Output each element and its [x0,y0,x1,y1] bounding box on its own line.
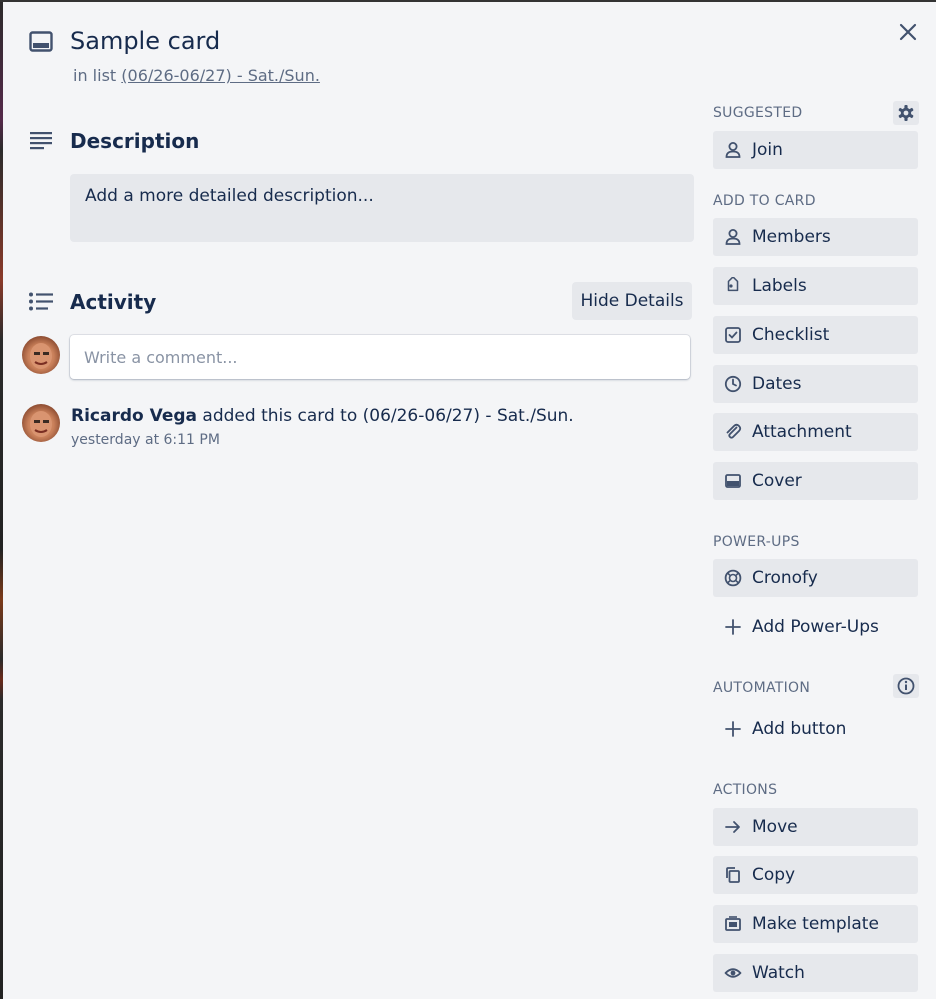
cover-icon [725,474,741,488]
checklist-button[interactable]: Checklist [713,316,918,354]
members-label: Members [752,227,831,247]
join-label: Join [752,140,783,160]
suggested-settings-button[interactable] [893,101,919,125]
add-power-ups-button[interactable]: Add Power-Ups [713,608,918,646]
person-icon [725,142,741,158]
add-button-button[interactable]: Add button [713,710,918,748]
activity-user[interactable]: Ricardo Vega [71,406,197,426]
automation-header: AUTOMATION [713,680,811,696]
gear-icon [898,105,914,121]
watch-label: Watch [752,963,805,983]
in-list-text: in list (06/26-06/27) - Sat./Sun. [73,66,320,85]
cover-button[interactable]: Cover [713,462,918,500]
dates-label: Dates [752,374,802,394]
labels-label: Labels [752,276,807,296]
actions-header: ACTIONS [713,782,778,798]
description-placeholder: Add a more detailed description... [85,186,374,206]
plus-icon [725,619,741,635]
description-icon [30,132,52,150]
make-template-button[interactable]: Make template [713,905,918,943]
power-ups-header: POWER-UPS [713,534,800,550]
attachment-button[interactable]: Attachment [713,413,918,451]
automation-info-button[interactable] [893,674,919,698]
activity-action: added this card to (06/26-06/27) - Sat./… [202,406,574,426]
labels-button[interactable]: Labels [713,267,918,305]
close-icon[interactable] [896,20,920,44]
checkbox-icon [725,327,741,343]
members-button[interactable]: Members [713,218,918,256]
person-icon [725,229,741,245]
activity-timestamp[interactable]: yesterday at 6:11 PM [71,432,220,448]
add-power-ups-label: Add Power-Ups [752,617,879,637]
activity-title: Activity [70,290,157,314]
card-title[interactable]: Sample card [70,27,220,55]
suggested-header: SUGGESTED [713,105,803,121]
avatar[interactable] [22,336,60,374]
description-editor[interactable]: Add a more detailed description... [70,174,694,242]
clock-icon [724,375,742,393]
list-link[interactable]: (06/26-06/27) - Sat./Sun. [121,66,320,85]
background-board-edge [0,0,3,999]
arrow-right-icon [725,821,740,833]
hide-details-button[interactable]: Hide Details [572,282,692,320]
cronofy-icon [724,569,742,587]
activity-icon [29,292,53,311]
tag-icon [727,277,739,292]
cronofy-button[interactable]: Cronofy [713,559,918,597]
eye-icon [724,968,742,978]
make-template-label: Make template [752,914,879,934]
background-board-edge-top [0,0,936,2]
template-icon [725,916,741,931]
add-button-label: Add button [752,719,847,739]
cronofy-label: Cronofy [752,568,818,588]
copy-icon [726,867,740,883]
copy-button[interactable]: Copy [713,856,918,894]
plus-icon [725,721,741,737]
comment-input[interactable] [70,335,690,379]
attachment-label: Attachment [752,422,852,442]
move-label: Move [752,817,798,837]
in-list-prefix: in list [73,66,117,85]
avatar[interactable] [22,404,60,442]
cover-label: Cover [752,471,802,491]
move-button[interactable]: Move [713,808,918,846]
activity-entry: Ricardo Vega added this card to (06/26-0… [71,406,574,426]
dates-button[interactable]: Dates [713,365,918,403]
info-icon [897,677,915,695]
copy-label: Copy [752,865,796,885]
paperclip-icon [726,423,742,439]
join-button[interactable]: Join [713,131,918,169]
add-to-card-header: ADD TO CARD [713,193,816,209]
description-title: Description [70,129,200,153]
card-icon [29,31,53,52]
checklist-label: Checklist [752,325,830,345]
watch-button[interactable]: Watch [713,954,918,992]
